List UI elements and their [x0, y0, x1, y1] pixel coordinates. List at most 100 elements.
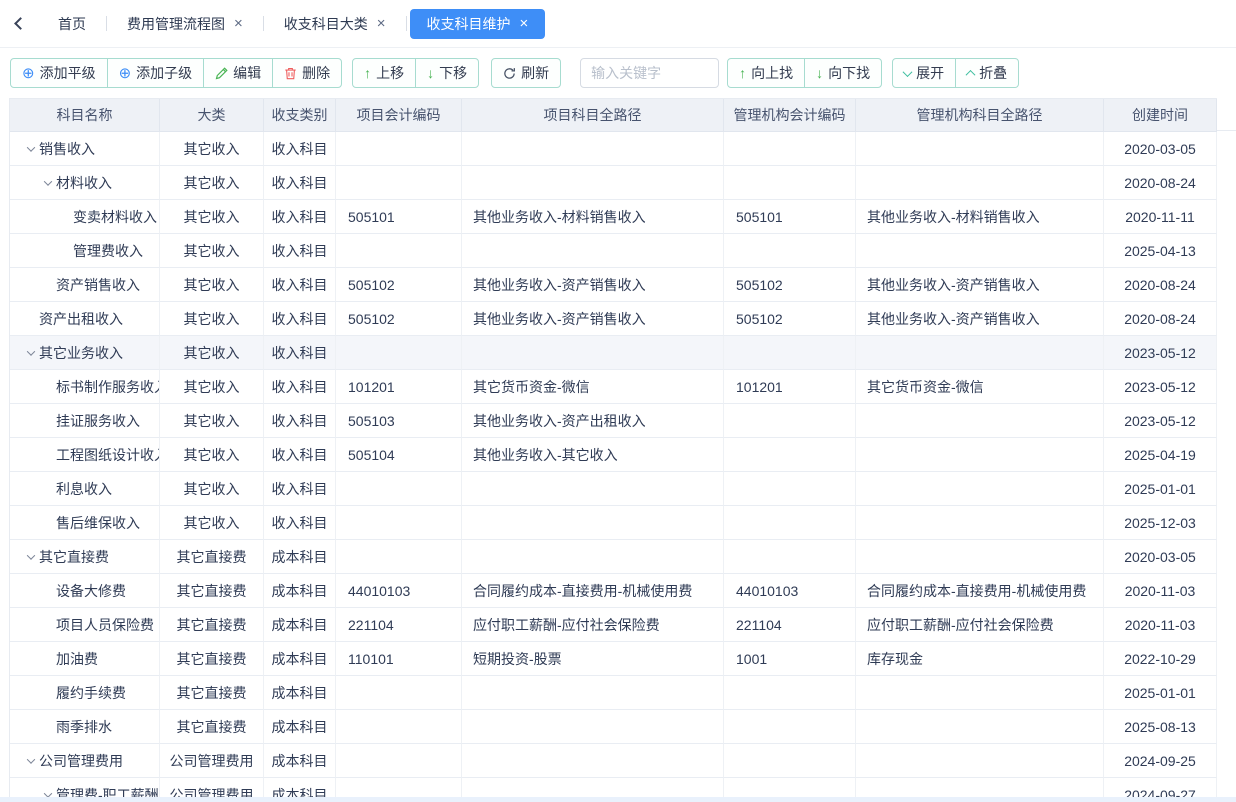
- subject-name: 工程图纸设计收入: [56, 445, 159, 465]
- tab-subject-categories[interactable]: 收支科目大类 ×: [267, 9, 403, 39]
- cell-project-code: 505102: [336, 268, 462, 302]
- table-row[interactable]: 其它业务收入其它收入收入科目2023-05-12: [10, 336, 1217, 370]
- table-row[interactable]: 雨季排水其它直接费成本科目2025-08-13: [10, 710, 1217, 744]
- table-row[interactable]: 资产销售收入其它收入收入科目505102其他业务收入-资产销售收入505102其…: [10, 268, 1217, 302]
- close-icon[interactable]: ×: [377, 16, 386, 31]
- subject-name-cell: 项目人员保险费: [10, 608, 160, 642]
- subject-name-cell: 材料收入: [10, 166, 160, 200]
- table-row[interactable]: 其它直接费其它直接费成本科目2020-03-05: [10, 540, 1217, 574]
- button-label: 向下找: [828, 63, 870, 83]
- close-icon[interactable]: ×: [520, 16, 529, 31]
- tab-subject-maintenance[interactable]: 收支科目维护 ×: [410, 9, 546, 39]
- cell-created: 2023-05-12: [1104, 336, 1217, 370]
- subject-name-cell: 雨季排水: [10, 710, 160, 744]
- cell-org-code: 1001: [724, 642, 856, 676]
- cell-created: 2025-04-13: [1104, 234, 1217, 268]
- keyword-search-input[interactable]: [580, 58, 719, 88]
- cell-category: 其它收入: [160, 200, 264, 234]
- horizontal-scrollbar[interactable]: [0, 797, 1236, 802]
- table-row[interactable]: 资产出租收入其它收入收入科目505102其他业务收入-资产销售收入505102其…: [10, 302, 1217, 336]
- cell-project-code: 505104: [336, 438, 462, 472]
- tree-collapse-icon[interactable]: [22, 140, 39, 157]
- cell-project-code: [336, 744, 462, 778]
- subject-name: 变卖材料收入: [73, 207, 157, 227]
- trash-icon: [284, 67, 297, 80]
- table-row[interactable]: 销售收入其它收入收入科目2020-03-05: [10, 132, 1217, 166]
- table-row[interactable]: 加油费其它直接费成本科目110101短期投资-股票1001库存现金2022-10…: [10, 642, 1217, 676]
- table-row[interactable]: 设备大修费其它直接费成本科目44010103合同履约成本-直接费用-机械使用费4…: [10, 574, 1217, 608]
- table-row[interactable]: 标书制作服务收入其它收入收入科目101201其它货币资金-微信101201其它货…: [10, 370, 1217, 404]
- tree-collapse-icon[interactable]: [22, 752, 39, 769]
- cell-created: 2020-03-05: [1104, 540, 1217, 574]
- table-row[interactable]: 材料收入其它收入收入科目2020-08-24: [10, 166, 1217, 200]
- move-down-button[interactable]: ↓ 下移: [415, 58, 479, 88]
- table-row[interactable]: 利息收入其它收入收入科目2025-01-01: [10, 472, 1217, 506]
- cell-org-code: [724, 676, 856, 710]
- subject-name-cell: 变卖材料收入: [10, 200, 160, 234]
- cell-project-path: [462, 166, 724, 200]
- table-body: 销售收入其它收入收入科目2020-03-05材料收入其它收入收入科目2020-0…: [10, 132, 1217, 802]
- tree-collapse-icon[interactable]: [22, 548, 39, 565]
- cell-project-path: 应付职工薪酬-应付社会保险费: [462, 608, 724, 642]
- table-row[interactable]: 变卖材料收入其它收入收入科目505101其他业务收入-材料销售收入505101其…: [10, 200, 1217, 234]
- button-label: 折叠: [979, 63, 1007, 83]
- chevron-up-icon: [966, 69, 976, 79]
- cell-project-path: 其他业务收入-其它收入: [462, 438, 724, 472]
- tab-separator: [406, 16, 407, 31]
- tab-expense-flowchart[interactable]: 费用管理流程图 ×: [110, 9, 260, 39]
- expand-all-button[interactable]: 展开: [892, 58, 956, 88]
- close-icon[interactable]: ×: [234, 16, 243, 31]
- tree-indent: [22, 488, 39, 489]
- cell-type: 成本科目: [264, 540, 336, 574]
- move-up-button[interactable]: ↑ 上移: [352, 58, 416, 88]
- refresh-button[interactable]: 刷新: [491, 58, 561, 88]
- back-icon[interactable]: [14, 17, 27, 30]
- cell-org-code: [724, 506, 856, 540]
- cell-type: 收入科目: [264, 370, 336, 404]
- subject-name-cell: 售后维保收入: [10, 506, 160, 540]
- table-row[interactable]: 管理费收入其它收入收入科目2025-04-13: [10, 234, 1217, 268]
- find-up-button[interactable]: ↑ 向上找: [727, 58, 805, 88]
- tree-collapse-icon[interactable]: [39, 174, 56, 191]
- cell-project-code: [336, 506, 462, 540]
- button-label: 展开: [916, 63, 944, 83]
- cell-project-code: 101201: [336, 370, 462, 404]
- table-row[interactable]: 工程图纸设计收入其它收入收入科目505104其他业务收入-其它收入2025-04…: [10, 438, 1217, 472]
- subject-name: 公司管理费用: [39, 751, 123, 771]
- tab-label: 首页: [58, 14, 86, 34]
- add-child-button[interactable]: ⊕ 添加子级: [107, 58, 205, 88]
- tree-indent: [22, 216, 56, 217]
- table-row[interactable]: 挂证服务收入其它收入收入科目505103其他业务收入-资产出租收入2023-05…: [10, 404, 1217, 438]
- delete-button[interactable]: 删除: [272, 58, 342, 88]
- add-sibling-button[interactable]: ⊕ 添加平级: [10, 58, 108, 88]
- tree-indent: [22, 420, 39, 421]
- table-row[interactable]: 售后维保收入其它收入收入科目2025-12-03: [10, 506, 1217, 540]
- table-row[interactable]: 履约手续费其它直接费成本科目2025-01-01: [10, 676, 1217, 710]
- subject-name-cell: 其它业务收入: [10, 336, 160, 370]
- cell-project-code: [336, 540, 462, 574]
- tab-home[interactable]: 首页: [41, 9, 103, 39]
- refresh-button-group: 刷新: [491, 58, 561, 88]
- subject-name: 其它业务收入: [39, 343, 123, 363]
- cell-project-path: 其它货币资金-微信: [462, 370, 724, 404]
- cell-type: 收入科目: [264, 302, 336, 336]
- tree-indent: [22, 658, 39, 659]
- cell-created: 2023-05-12: [1104, 404, 1217, 438]
- subject-name: 设备大修费: [56, 581, 126, 601]
- table-row[interactable]: 公司管理费用公司管理费用成本科目2024-09-25: [10, 744, 1217, 778]
- edit-button[interactable]: 编辑: [203, 58, 273, 88]
- subject-name-cell: 加油费: [10, 642, 160, 676]
- cell-created: 2025-01-01: [1104, 472, 1217, 506]
- cell-org-code: 505102: [724, 302, 856, 336]
- tree-leaf-spacer: [39, 582, 56, 599]
- cell-type: 收入科目: [264, 404, 336, 438]
- collapse-all-button[interactable]: 折叠: [955, 58, 1019, 88]
- cell-org-code: [724, 166, 856, 200]
- cell-type: 收入科目: [264, 200, 336, 234]
- find-down-button[interactable]: ↓ 向下找: [804, 58, 882, 88]
- cell-category: 其它直接费: [160, 574, 264, 608]
- tree-leaf-spacer: [56, 208, 73, 225]
- tree-collapse-icon[interactable]: [22, 344, 39, 361]
- table-row[interactable]: 项目人员保险费其它直接费成本科目221104应付职工薪酬-应付社会保险费2211…: [10, 608, 1217, 642]
- cell-category: 其它收入: [160, 438, 264, 472]
